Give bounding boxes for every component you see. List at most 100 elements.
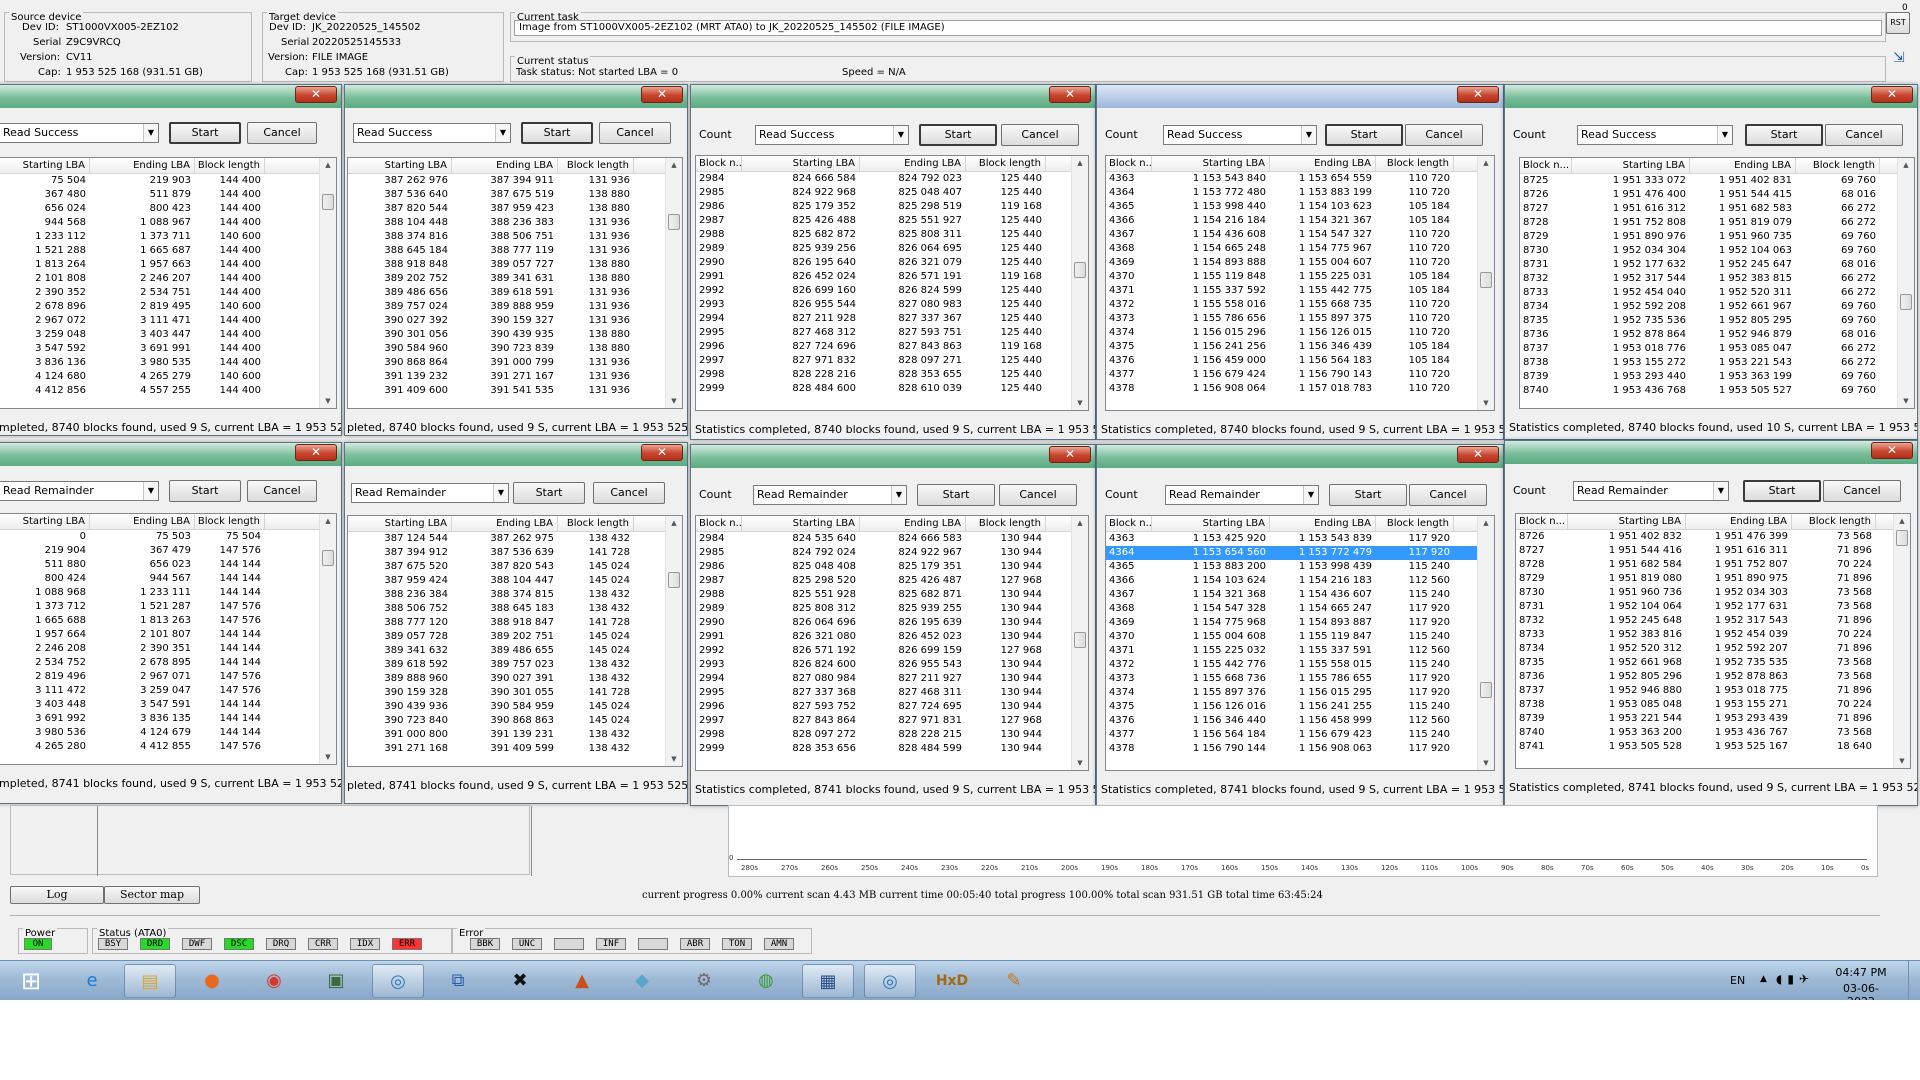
column-header[interactable]: Starting LBA [0,514,90,529]
table-row[interactable]: 511 880 656 023 144 144 [0,558,336,572]
start-button[interactable]: Start [1325,124,1403,146]
cancel-button[interactable]: Cancel [1823,480,1901,502]
table-row[interactable]: 1 665 688 1 813 263 147 576 [0,614,336,628]
table-row[interactable]: 8736 1 952 878 864 1 952 946 879 68 016 [1520,328,1914,342]
close-button[interactable]: ✕ [641,86,683,103]
table-row[interactable]: 387 394 912 387 536 639 141 728 [348,546,682,560]
table-row[interactable]: 4370 1 155 004 608 1 155 119 847 115 240 [1106,630,1494,644]
table-row[interactable]: 2 390 352 2 534 751 144 400 [0,286,336,300]
clock-time[interactable]: 04:47 PM [1832,966,1890,979]
table-row[interactable]: 389 618 592 389 757 023 138 432 [348,658,682,672]
vertical-scrollbar[interactable]: ▲ ▼ [1897,158,1914,408]
table-row[interactable]: 8736 1 952 805 296 1 952 878 863 73 568 [1516,670,1910,684]
scroll-thumb[interactable] [1900,294,1912,310]
table-row[interactable]: 8738 1 953 085 048 1 953 155 271 70 224 [1516,698,1910,712]
language-indicator[interactable]: EN [1730,974,1745,987]
scroll-thumb[interactable] [1896,530,1908,546]
table-row[interactable]: 8730 1 951 960 736 1 952 034 303 73 568 [1516,586,1910,600]
clock-date[interactable]: 03-06-2022 [1832,982,1890,1000]
table-row[interactable]: 8726 1 951 402 832 1 951 476 399 73 568 [1516,530,1910,544]
table-row[interactable]: 2 534 752 2 678 895 144 144 [0,656,336,670]
vertical-scrollbar[interactable]: ▲ ▼ [1477,156,1494,410]
column-header[interactable]: Block length [1376,516,1454,531]
table-row[interactable]: 390 439 936 390 584 959 145 024 [348,700,682,714]
table-row[interactable]: 387 959 424 388 104 447 145 024 [348,574,682,588]
scroll-down-icon[interactable]: ▼ [1072,756,1088,770]
title-bar[interactable]: ✕ [345,85,687,108]
column-header[interactable]: Starting LBA [742,516,860,531]
table-row[interactable]: 2995 827 468 312 827 593 751 125 440 [696,326,1088,340]
table-row[interactable]: 3 111 472 3 259 047 147 576 [0,684,336,698]
column-header[interactable]: Block n... [1520,158,1572,173]
table-row[interactable]: 8728 1 951 752 808 1 951 819 079 66 272 [1520,216,1914,230]
table-row[interactable]: 2997 827 843 864 827 971 831 127 968 [696,714,1088,728]
column-header[interactable]: Block length [1796,158,1880,173]
table-row[interactable]: 2999 828 484 600 828 610 039 125 440 [696,382,1088,396]
table-row[interactable]: 388 374 816 388 506 751 131 936 [348,230,682,244]
cancel-button[interactable]: Cancel [1409,484,1487,506]
table-row[interactable]: 8731 1 952 104 064 1 952 177 631 73 568 [1516,600,1910,614]
table-row[interactable]: 2990 826 195 640 826 321 079 125 440 [696,256,1088,270]
table-row[interactable]: 8737 1 953 018 776 1 953 085 047 66 272 [1520,342,1914,356]
table-row[interactable]: 4373 1 155 786 656 1 155 897 375 110 720 [1106,312,1494,326]
table-row[interactable]: 2984 824 535 640 824 666 583 130 944 [696,532,1088,546]
refresh-icon[interactable]: ⇲ [1893,50,1909,66]
table-row[interactable]: 2987 825 298 520 825 426 487 127 968 [696,574,1088,588]
table-row[interactable]: 2 101 808 2 246 207 144 400 [0,272,336,286]
scroll-up-icon[interactable]: ▲ [320,514,336,528]
column-header[interactable]: Block n... [696,516,742,531]
table-row[interactable]: 4366 1 154 216 184 1 154 321 367 105 184 [1106,214,1494,228]
table-row[interactable]: 388 918 848 389 057 727 138 880 [348,258,682,272]
table-row[interactable]: 4365 1 153 883 200 1 153 998 439 115 240 [1106,560,1494,574]
start-button[interactable]: Start [513,482,585,504]
column-header[interactable]: Starting LBA [1568,514,1686,529]
column-header[interactable]: Starting LBA [348,158,452,173]
table-row[interactable]: 388 777 120 388 918 847 141 728 [348,616,682,630]
table-row[interactable]: 656 024 800 423 144 400 [0,202,336,216]
table-row[interactable]: 2998 828 228 216 828 353 655 125 440 [696,368,1088,382]
table-row[interactable]: 8733 1 952 454 040 1 952 520 311 66 272 [1520,286,1914,300]
title-bar[interactable]: ✕ [691,445,1095,468]
cancel-button[interactable]: Cancel [599,122,671,144]
column-header[interactable]: Starting LBA [1152,516,1270,531]
scroll-down-icon[interactable]: ▼ [1894,754,1910,768]
table-row[interactable]: 2989 825 939 256 826 064 695 125 440 [696,242,1088,256]
scroll-up-icon[interactable]: ▲ [666,516,682,530]
table-row[interactable]: 944 568 1 088 967 144 400 [0,216,336,230]
mode-select[interactable]: Read Remainder ▼ [1573,481,1729,501]
scroll-up-icon[interactable]: ▲ [1072,516,1088,530]
table-row[interactable]: 800 424 944 567 144 144 [0,572,336,586]
cancel-button[interactable]: Cancel [247,122,317,144]
table-row[interactable]: 2986 825 179 352 825 298 519 119 168 [696,200,1088,214]
table-row[interactable]: 8739 1 953 221 544 1 953 293 439 71 896 [1516,712,1910,726]
table-row[interactable]: 2992 826 571 192 826 699 159 127 968 [696,644,1088,658]
x-app-icon[interactable]: ✖ [494,964,546,998]
block-table[interactable]: Block n...Starting LBAEnding LBABlock le… [695,515,1089,771]
table-row[interactable]: 8728 1 951 682 584 1 951 752 807 70 224 [1516,558,1910,572]
table-row[interactable]: 4 124 680 4 265 279 140 600 [0,370,336,384]
table-row[interactable]: 8735 1 952 661 968 1 952 735 535 73 568 [1516,656,1910,670]
scroll-thumb[interactable] [668,214,680,230]
close-button[interactable]: ✕ [1457,86,1499,103]
vertical-scrollbar[interactable]: ▲ ▼ [319,514,336,764]
scroll-thumb[interactable] [668,572,680,588]
title-bar[interactable]: ✕ [345,443,687,466]
table-row[interactable]: 1 521 288 1 665 687 144 400 [0,244,336,258]
table-row[interactable]: 388 506 752 388 645 183 138 432 [348,602,682,616]
table-row[interactable]: 2996 827 593 752 827 724 695 130 944 [696,700,1088,714]
table-row[interactable]: 390 027 392 390 159 327 131 936 [348,314,682,328]
table-row[interactable]: 2984 824 666 584 824 792 023 125 440 [696,172,1088,186]
table-row[interactable]: 4 412 856 4 557 255 144 400 [0,384,336,398]
table-row[interactable]: 8740 1 953 363 200 1 953 436 767 73 568 [1516,726,1910,740]
mode-select[interactable]: Read Remainder ▼ [0,481,159,501]
chrome-icon[interactable]: ◉ [248,964,300,998]
scroll-down-icon[interactable]: ▼ [1478,396,1494,410]
block-table[interactable]: Block n...Starting LBAEnding LBABlock le… [1105,155,1495,411]
tab-log[interactable]: Log [10,886,104,904]
table-row[interactable]: 389 341 632 389 486 655 145 024 [348,644,682,658]
table-row[interactable]: 388 104 448 388 236 383 131 936 [348,216,682,230]
title-bar[interactable]: ✕ [1505,85,1917,108]
table-row[interactable]: 8737 1 952 946 880 1 953 018 775 71 896 [1516,684,1910,698]
scroll-thumb[interactable] [1074,262,1086,278]
block-table[interactable]: Block n...Starting LBAEnding LBABlock le… [0,157,337,409]
